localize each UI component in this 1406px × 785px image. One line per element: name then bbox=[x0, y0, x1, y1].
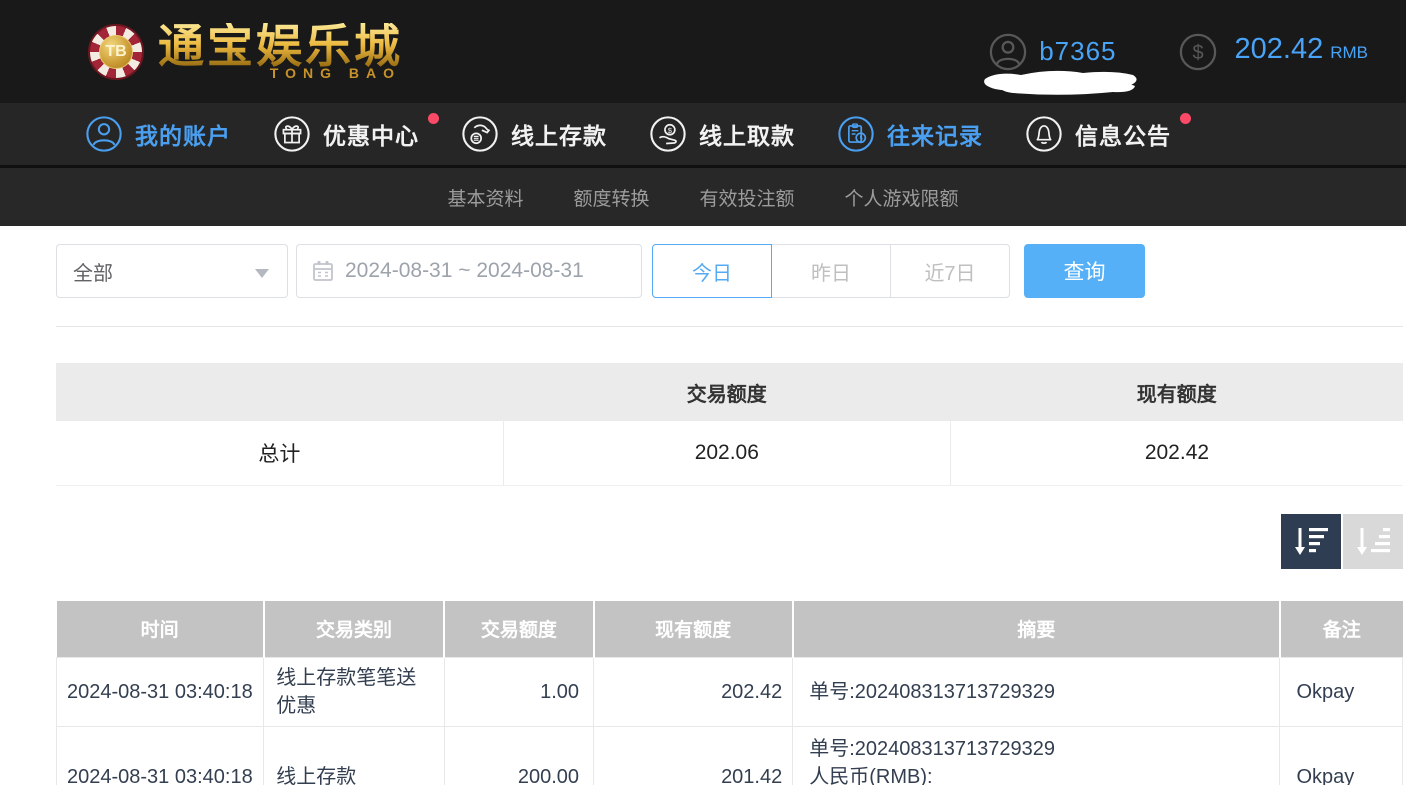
masked-username: b7365 bbox=[1039, 36, 1116, 67]
chevron-down-icon bbox=[255, 269, 269, 278]
sort-ascending-button[interactable] bbox=[1343, 514, 1403, 569]
nav-item-online-withdrawal[interactable]: $ 线上取款 bbox=[649, 115, 795, 153]
site-logo[interactable]: TB 通宝娱乐城 TONG BAO bbox=[88, 23, 403, 81]
user-account[interactable]: b7365 bbox=[989, 33, 1116, 71]
date-range-input[interactable]: 2024-08-31 ~ 2024-08-31 bbox=[296, 244, 642, 298]
subnav-item-balance-transfer[interactable]: 额度转换 bbox=[573, 184, 649, 211]
section-divider bbox=[56, 326, 1403, 327]
svg-text:$: $ bbox=[1192, 42, 1203, 64]
dollar-circle-icon: $ bbox=[1179, 33, 1217, 71]
cell-amount: 1.00 bbox=[444, 658, 593, 727]
withdraw-icon: $ bbox=[649, 115, 687, 153]
quick-range-group: 今日 昨日 近7日 bbox=[652, 244, 1010, 298]
cell-time: 2024-08-31 03:40:18 bbox=[57, 658, 264, 727]
cell-summary: 单号:202408313713729329 bbox=[793, 658, 1280, 727]
cell-balance: 201.42 bbox=[594, 727, 793, 785]
records-icon bbox=[837, 115, 875, 153]
nav-item-my-account[interactable]: 我的账户 bbox=[85, 115, 231, 153]
content-area: 全部 2024-08-31 ~ 2024-08-31 今日 昨日 近7日 查询 … bbox=[0, 244, 1406, 785]
summary-header-empty bbox=[56, 363, 503, 421]
calendar-icon bbox=[311, 259, 335, 283]
summary-transaction-value: 202.06 bbox=[503, 421, 950, 485]
col-header-note: 备注 bbox=[1280, 601, 1403, 658]
records-header-row: 时间 交易类别 交易额度 现有额度 摘要 备注 bbox=[57, 601, 1403, 658]
summary-header-balance: 现有额度 bbox=[950, 363, 1403, 421]
subnav-item-game-limits[interactable]: 个人游戏限额 bbox=[845, 184, 959, 211]
type-select-value: 全部 bbox=[73, 257, 113, 286]
subnav-item-valid-bets[interactable]: 有效投注额 bbox=[700, 184, 795, 211]
col-header-summary: 摘要 bbox=[793, 601, 1280, 658]
balance-display: $ 202.42 RMB bbox=[1179, 33, 1368, 71]
quick-range-last7days[interactable]: 近7日 bbox=[890, 244, 1010, 298]
col-header-amount: 交易额度 bbox=[444, 601, 593, 658]
notification-dot bbox=[1180, 113, 1191, 124]
logo-title: 通宝娱乐城 bbox=[158, 23, 403, 69]
cell-balance: 202.42 bbox=[594, 658, 793, 727]
quick-range-yesterday[interactable]: 昨日 bbox=[771, 244, 891, 298]
col-header-balance: 现有额度 bbox=[594, 601, 793, 658]
summary-balance-value: 202.42 bbox=[950, 421, 1403, 485]
summary-header-row: 交易额度 现有额度 bbox=[56, 363, 1403, 421]
balance-currency: RMB bbox=[1330, 43, 1368, 63]
date-range-value: 2024-08-31 ~ 2024-08-31 bbox=[345, 259, 584, 283]
balance-amount: 202.42 bbox=[1235, 33, 1324, 66]
user-icon bbox=[85, 115, 123, 153]
cell-summary: 单号:202408313713729329 人民币(RMB): 200 bbox=[793, 727, 1280, 785]
sub-nav: 基本资料 额度转换 有效投注额 个人游戏限额 bbox=[0, 168, 1406, 226]
cell-time: 2024-08-31 03:40:18 bbox=[57, 727, 264, 785]
cell-amount: 200.00 bbox=[444, 727, 593, 785]
sort-descending-button[interactable] bbox=[1281, 514, 1341, 569]
subnav-item-basic-info[interactable]: 基本资料 bbox=[447, 184, 523, 211]
table-row: 2024-08-31 03:40:18 线上存款 200.00 201.42 单… bbox=[57, 727, 1403, 785]
deposit-icon bbox=[461, 115, 499, 153]
top-header: TB 通宝娱乐城 TONG BAO b7365 $ 202.42 bbox=[0, 0, 1406, 103]
nav-item-promotions[interactable]: 优惠中心 bbox=[273, 115, 419, 153]
announcement-icon bbox=[1025, 115, 1063, 153]
notification-dot bbox=[428, 113, 439, 124]
sort-ascending-icon bbox=[1354, 524, 1392, 558]
cell-type: 线上存款 bbox=[264, 727, 444, 785]
summary-table: 交易额度 现有额度 总计 202.06 202.42 bbox=[56, 363, 1403, 486]
type-select[interactable]: 全部 bbox=[56, 244, 288, 298]
user-circle-icon bbox=[989, 33, 1027, 71]
sort-controls bbox=[56, 514, 1403, 569]
query-button[interactable]: 查询 bbox=[1024, 244, 1145, 298]
sort-descending-icon bbox=[1292, 524, 1330, 558]
summary-header-transaction: 交易额度 bbox=[503, 363, 950, 421]
nav-item-announcements[interactable]: 信息公告 bbox=[1025, 115, 1171, 153]
nav-item-online-deposit[interactable]: 线上存款 bbox=[461, 115, 607, 153]
col-header-time: 时间 bbox=[57, 601, 264, 658]
poker-chip-icon: TB bbox=[88, 24, 144, 80]
nav-item-transaction-records[interactable]: 往来记录 bbox=[837, 115, 983, 153]
summary-total-row: 总计 202.06 202.42 bbox=[56, 421, 1403, 485]
main-nav: 我的账户 优惠中心 线上存款 $ 线上取款 bbox=[0, 103, 1406, 168]
col-header-type: 交易类别 bbox=[264, 601, 444, 658]
records-table: 时间 交易类别 交易额度 现有额度 摘要 备注 2024-08-31 03:40… bbox=[56, 601, 1403, 785]
filter-row: 全部 2024-08-31 ~ 2024-08-31 今日 昨日 近7日 查询 bbox=[56, 244, 1403, 298]
quick-range-today[interactable]: 今日 bbox=[652, 244, 772, 298]
cell-type: 线上存款笔笔送优惠 bbox=[264, 658, 444, 727]
table-row: 2024-08-31 03:40:18 线上存款笔笔送优惠 1.00 202.4… bbox=[57, 658, 1403, 727]
cell-note: Okpay bbox=[1280, 658, 1403, 727]
summary-total-label: 总计 bbox=[56, 421, 503, 485]
chip-label: TB bbox=[99, 35, 133, 69]
gift-icon bbox=[273, 115, 311, 153]
cell-note: Okpay bbox=[1280, 727, 1403, 785]
